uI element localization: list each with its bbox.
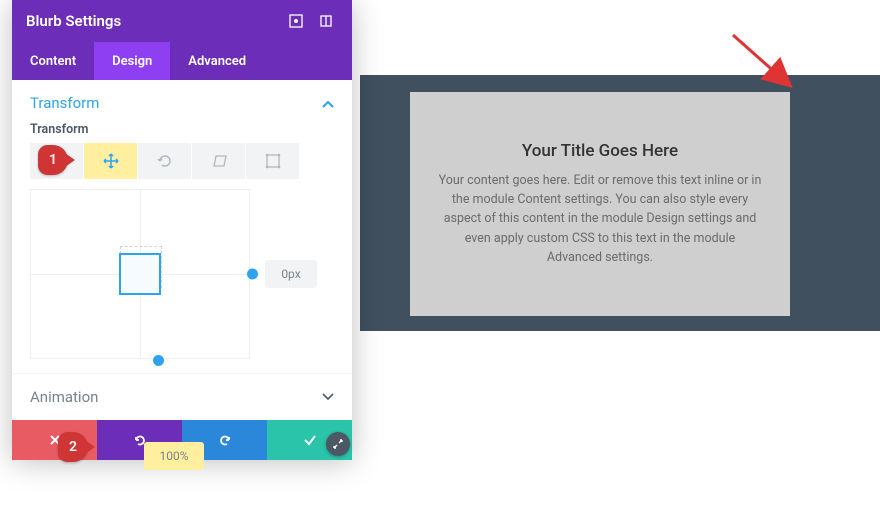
section-title: Transform (30, 94, 99, 112)
transform-label: Transform (12, 122, 352, 143)
tab-content[interactable]: Content (12, 42, 94, 80)
tab-advanced[interactable]: Advanced (170, 42, 264, 80)
transform-y-value[interactable]: 100% (144, 442, 204, 470)
redo-icon (217, 432, 233, 448)
transform-x-value[interactable]: 0px (265, 260, 317, 288)
step-badge-1: 1 (38, 145, 68, 175)
check-icon (302, 432, 318, 448)
panel-body: Transform Transform 1 (12, 80, 352, 460)
transform-skew-button[interactable] (192, 143, 246, 179)
snap-icon[interactable] (314, 9, 338, 33)
settings-panel: Blurb Settings Content Design Advanced T… (12, 0, 352, 460)
transform-handle-box[interactable] (119, 253, 161, 295)
tab-bar: Content Design Advanced (12, 42, 352, 80)
preview-body: Your content goes here. Edit or remove t… (438, 171, 762, 268)
expand-icon (332, 438, 344, 450)
focus-icon[interactable] (284, 9, 308, 33)
transform-move-button[interactable] (84, 143, 138, 179)
panel-header[interactable]: Blurb Settings (12, 0, 352, 42)
transform-rotate-button[interactable] (138, 143, 192, 179)
annotation-arrow (728, 30, 808, 100)
transform-canvas-wrap: 0px 2 100% (12, 189, 352, 373)
transform-origin-button[interactable] (246, 143, 300, 179)
expand-handle[interactable] (326, 432, 350, 456)
transform-control-row: 1 (12, 143, 352, 179)
section-animation-head[interactable]: Animation (12, 373, 352, 420)
preview-title: Your Title Goes Here (522, 141, 678, 161)
panel-title: Blurb Settings (26, 12, 278, 30)
preview-module[interactable]: Your Title Goes Here Your content goes h… (410, 92, 790, 316)
transform-canvas[interactable]: 0px (30, 189, 250, 359)
chevron-up-icon (322, 94, 334, 112)
step-badge-2: 2 (58, 432, 88, 462)
chevron-down-icon (322, 389, 334, 405)
section-animation-title: Animation (30, 388, 98, 406)
slider-y-dot[interactable] (153, 355, 164, 366)
section-transform-head[interactable]: Transform (12, 80, 352, 122)
tab-design[interactable]: Design (94, 42, 170, 80)
slider-x-dot[interactable] (247, 269, 258, 280)
